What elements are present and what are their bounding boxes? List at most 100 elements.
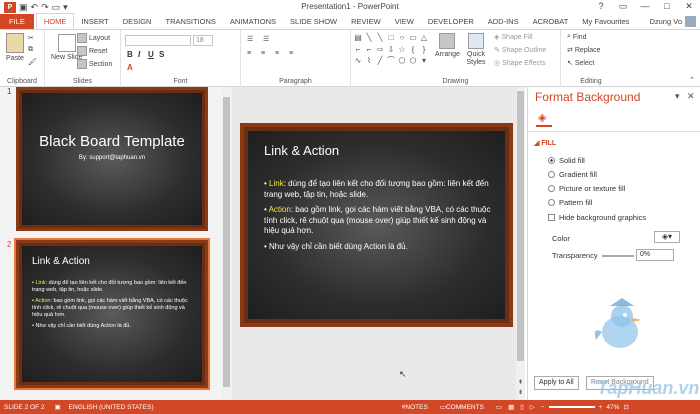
tab-acrobat[interactable]: ACROBAT — [526, 14, 576, 29]
minimize-button[interactable]: — — [634, 0, 656, 13]
curve-shape-icon[interactable]: ⌒ — [386, 56, 396, 67]
reading-view-icon[interactable]: ▯ — [520, 403, 524, 411]
save-icon[interactable]: ▣ — [19, 2, 28, 12]
slide-sorter-icon[interactable]: ▦ — [508, 403, 514, 411]
tab-file[interactable]: FILE — [0, 14, 34, 29]
rectangle-shape-icon[interactable]: □ — [386, 33, 396, 44]
freeform-shape-icon[interactable]: ⌇ — [364, 56, 374, 67]
current-slide[interactable]: Link & Action • Link: dùng để tạo liên k… — [240, 123, 513, 327]
radio-button[interactable] — [548, 185, 555, 192]
quick-styles-button[interactable]: Quick Styles — [464, 33, 488, 67]
format-painter-button[interactable]: 🖌 — [28, 58, 37, 66]
spellcheck-icon[interactable]: ▣ — [54, 403, 60, 411]
pane-options-icon[interactable]: ▾ — [675, 91, 680, 102]
thumbnails-scrollbar[interactable] — [222, 87, 231, 400]
maximize-button[interactable]: □ — [656, 0, 678, 13]
normal-view-icon[interactable]: ▭ — [496, 403, 502, 411]
fit-to-window-icon[interactable]: ⊡ — [623, 403, 628, 411]
transparency-input[interactable]: 0% — [636, 249, 674, 261]
slide-scrollbar[interactable]: ⇞ ⇟ — [516, 87, 525, 400]
fill-section-header[interactable]: ◢ FILL — [534, 139, 556, 147]
ribbon-display-button[interactable]: ▭ — [612, 0, 634, 13]
shadow-button[interactable]: S — [159, 50, 164, 59]
brace-shape-icon[interactable]: { — [408, 45, 418, 56]
italic-button[interactable]: I — [138, 50, 140, 59]
section-button[interactable]: Section — [77, 59, 112, 69]
shape-effects-button[interactable]: ◎ Shape Effects — [494, 59, 546, 68]
tab-developer[interactable]: DEVELOPER — [421, 14, 481, 29]
shapes-gallery[interactable]: ▤ ╲ ╲ □ ○ ▭ △ ⌐ ⌐ ⇨ ⇩ ☆{} ∿ ⌇ ╱ ⌒ ⬠ ⬡ ▾ — [353, 33, 429, 67]
slide-thumbnail-2[interactable]: Link & Action • Link: dùng để tạo liên k… — [14, 238, 210, 390]
zoom-slider[interactable] — [548, 406, 595, 408]
user-account[interactable]: Dzung Vo — [649, 14, 700, 29]
zoom-out-button[interactable]: − — [541, 404, 545, 411]
bullets-button[interactable]: ☰ — [247, 35, 253, 43]
reset-button[interactable]: Reset — [77, 46, 107, 56]
font-name-box[interactable] — [125, 35, 191, 46]
rectangle-shape-icon[interactable]: ▭ — [408, 33, 418, 44]
redo-icon[interactable]: ↷ — [41, 2, 49, 12]
star-shape-icon[interactable]: ☆ — [397, 45, 407, 56]
tab-design[interactable]: DESIGN — [116, 14, 159, 29]
undo-icon[interactable]: ↶ — [31, 2, 39, 12]
shape-fill-button[interactable]: ◈ Shape Fill — [494, 33, 533, 42]
slide-title[interactable]: Link & Action — [264, 143, 339, 158]
slide-body[interactable]: • Link: dùng để tạo liên kết cho đối tượ… — [264, 179, 495, 257]
tab-home[interactable]: HOME — [35, 13, 75, 29]
triangle-shape-icon[interactable]: △ — [419, 33, 429, 44]
picture-fill-option[interactable]: Picture or texture fill — [548, 184, 625, 193]
brace-shape-icon[interactable]: } — [419, 45, 429, 56]
paste-button[interactable]: Paste — [6, 33, 24, 62]
gradient-fill-option[interactable]: Gradient fill — [548, 170, 597, 179]
solid-fill-option[interactable]: Solid fill — [548, 156, 585, 165]
align-right-button[interactable]: ≡ — [275, 50, 279, 57]
shape-outline-button[interactable]: ✎ Shape Outline — [494, 46, 546, 55]
transparency-slider[interactable] — [602, 255, 634, 257]
line-shape-icon[interactable]: ╱ — [375, 56, 385, 67]
scrollbar-thumb[interactable] — [517, 91, 524, 361]
checkbox[interactable] — [548, 214, 555, 221]
slideshow-view-icon[interactable]: ▷ — [530, 403, 535, 411]
apply-to-all-button[interactable]: Apply to All — [534, 376, 579, 390]
copy-button[interactable]: ⧉ — [28, 46, 33, 54]
tab-my-favourites[interactable]: My Favourites — [575, 14, 636, 29]
radio-button[interactable] — [548, 157, 555, 164]
oval-shape-icon[interactable]: ○ — [397, 33, 407, 44]
layout-button[interactable]: Layout — [77, 33, 110, 43]
numbering-button[interactable]: ☰ — [263, 35, 269, 43]
align-center-button[interactable]: ≡ — [261, 50, 265, 57]
help-button[interactable]: ? — [590, 0, 612, 13]
arrange-button[interactable]: Arrange — [435, 33, 460, 58]
paint-bucket-icon[interactable]: ◈ — [538, 111, 550, 124]
justify-button[interactable]: ≡ — [289, 50, 293, 57]
arrow-shape-icon[interactable]: ⇨ — [375, 45, 385, 56]
tab-insert[interactable]: INSERT — [74, 14, 115, 29]
next-slide-icon[interactable]: ⇟ — [516, 389, 525, 396]
collapse-ribbon-button[interactable]: ⌃ — [689, 76, 695, 84]
prev-slide-icon[interactable]: ⇞ — [516, 379, 525, 386]
scrollbar-thumb[interactable] — [223, 97, 230, 387]
tab-add-ins[interactable]: ADD-INS — [481, 14, 526, 29]
tab-animations[interactable]: ANIMATIONS — [223, 14, 283, 29]
tab-slide-show[interactable]: SLIDE SHOW — [283, 14, 344, 29]
arrow-shape-icon[interactable]: ⇩ — [386, 45, 396, 56]
connector-shape-icon[interactable]: ⌐ — [353, 45, 363, 56]
language-indicator[interactable]: ENGLISH (UNITED STATES) — [69, 404, 154, 411]
radio-button[interactable] — [548, 171, 555, 178]
select-button[interactable]: ↖ Select — [567, 59, 594, 68]
notes-button[interactable]: NOTES — [405, 404, 427, 411]
tab-review[interactable]: REVIEW — [344, 14, 388, 29]
zoom-level[interactable]: 47% — [606, 404, 619, 411]
font-size-box[interactable]: 18 — [193, 35, 213, 46]
hide-graphics-option[interactable]: Hide background graphics — [548, 213, 646, 222]
cut-button[interactable]: ✂ — [28, 34, 34, 42]
tab-view[interactable]: VIEW — [388, 14, 421, 29]
textbox-shape-icon[interactable]: ▤ — [353, 33, 363, 44]
color-picker-button[interactable]: ◈▾ — [654, 231, 680, 243]
font-color-button[interactable]: A — [127, 63, 133, 72]
line-shape-icon[interactable]: ╲ — [375, 33, 385, 44]
tab-transitions[interactable]: TRANSITIONS — [158, 14, 222, 29]
customize-qat-icon[interactable]: ▾ — [63, 2, 68, 12]
find-button[interactable]: ⌕ Find — [567, 33, 587, 41]
close-icon[interactable]: ✕ — [687, 91, 695, 102]
